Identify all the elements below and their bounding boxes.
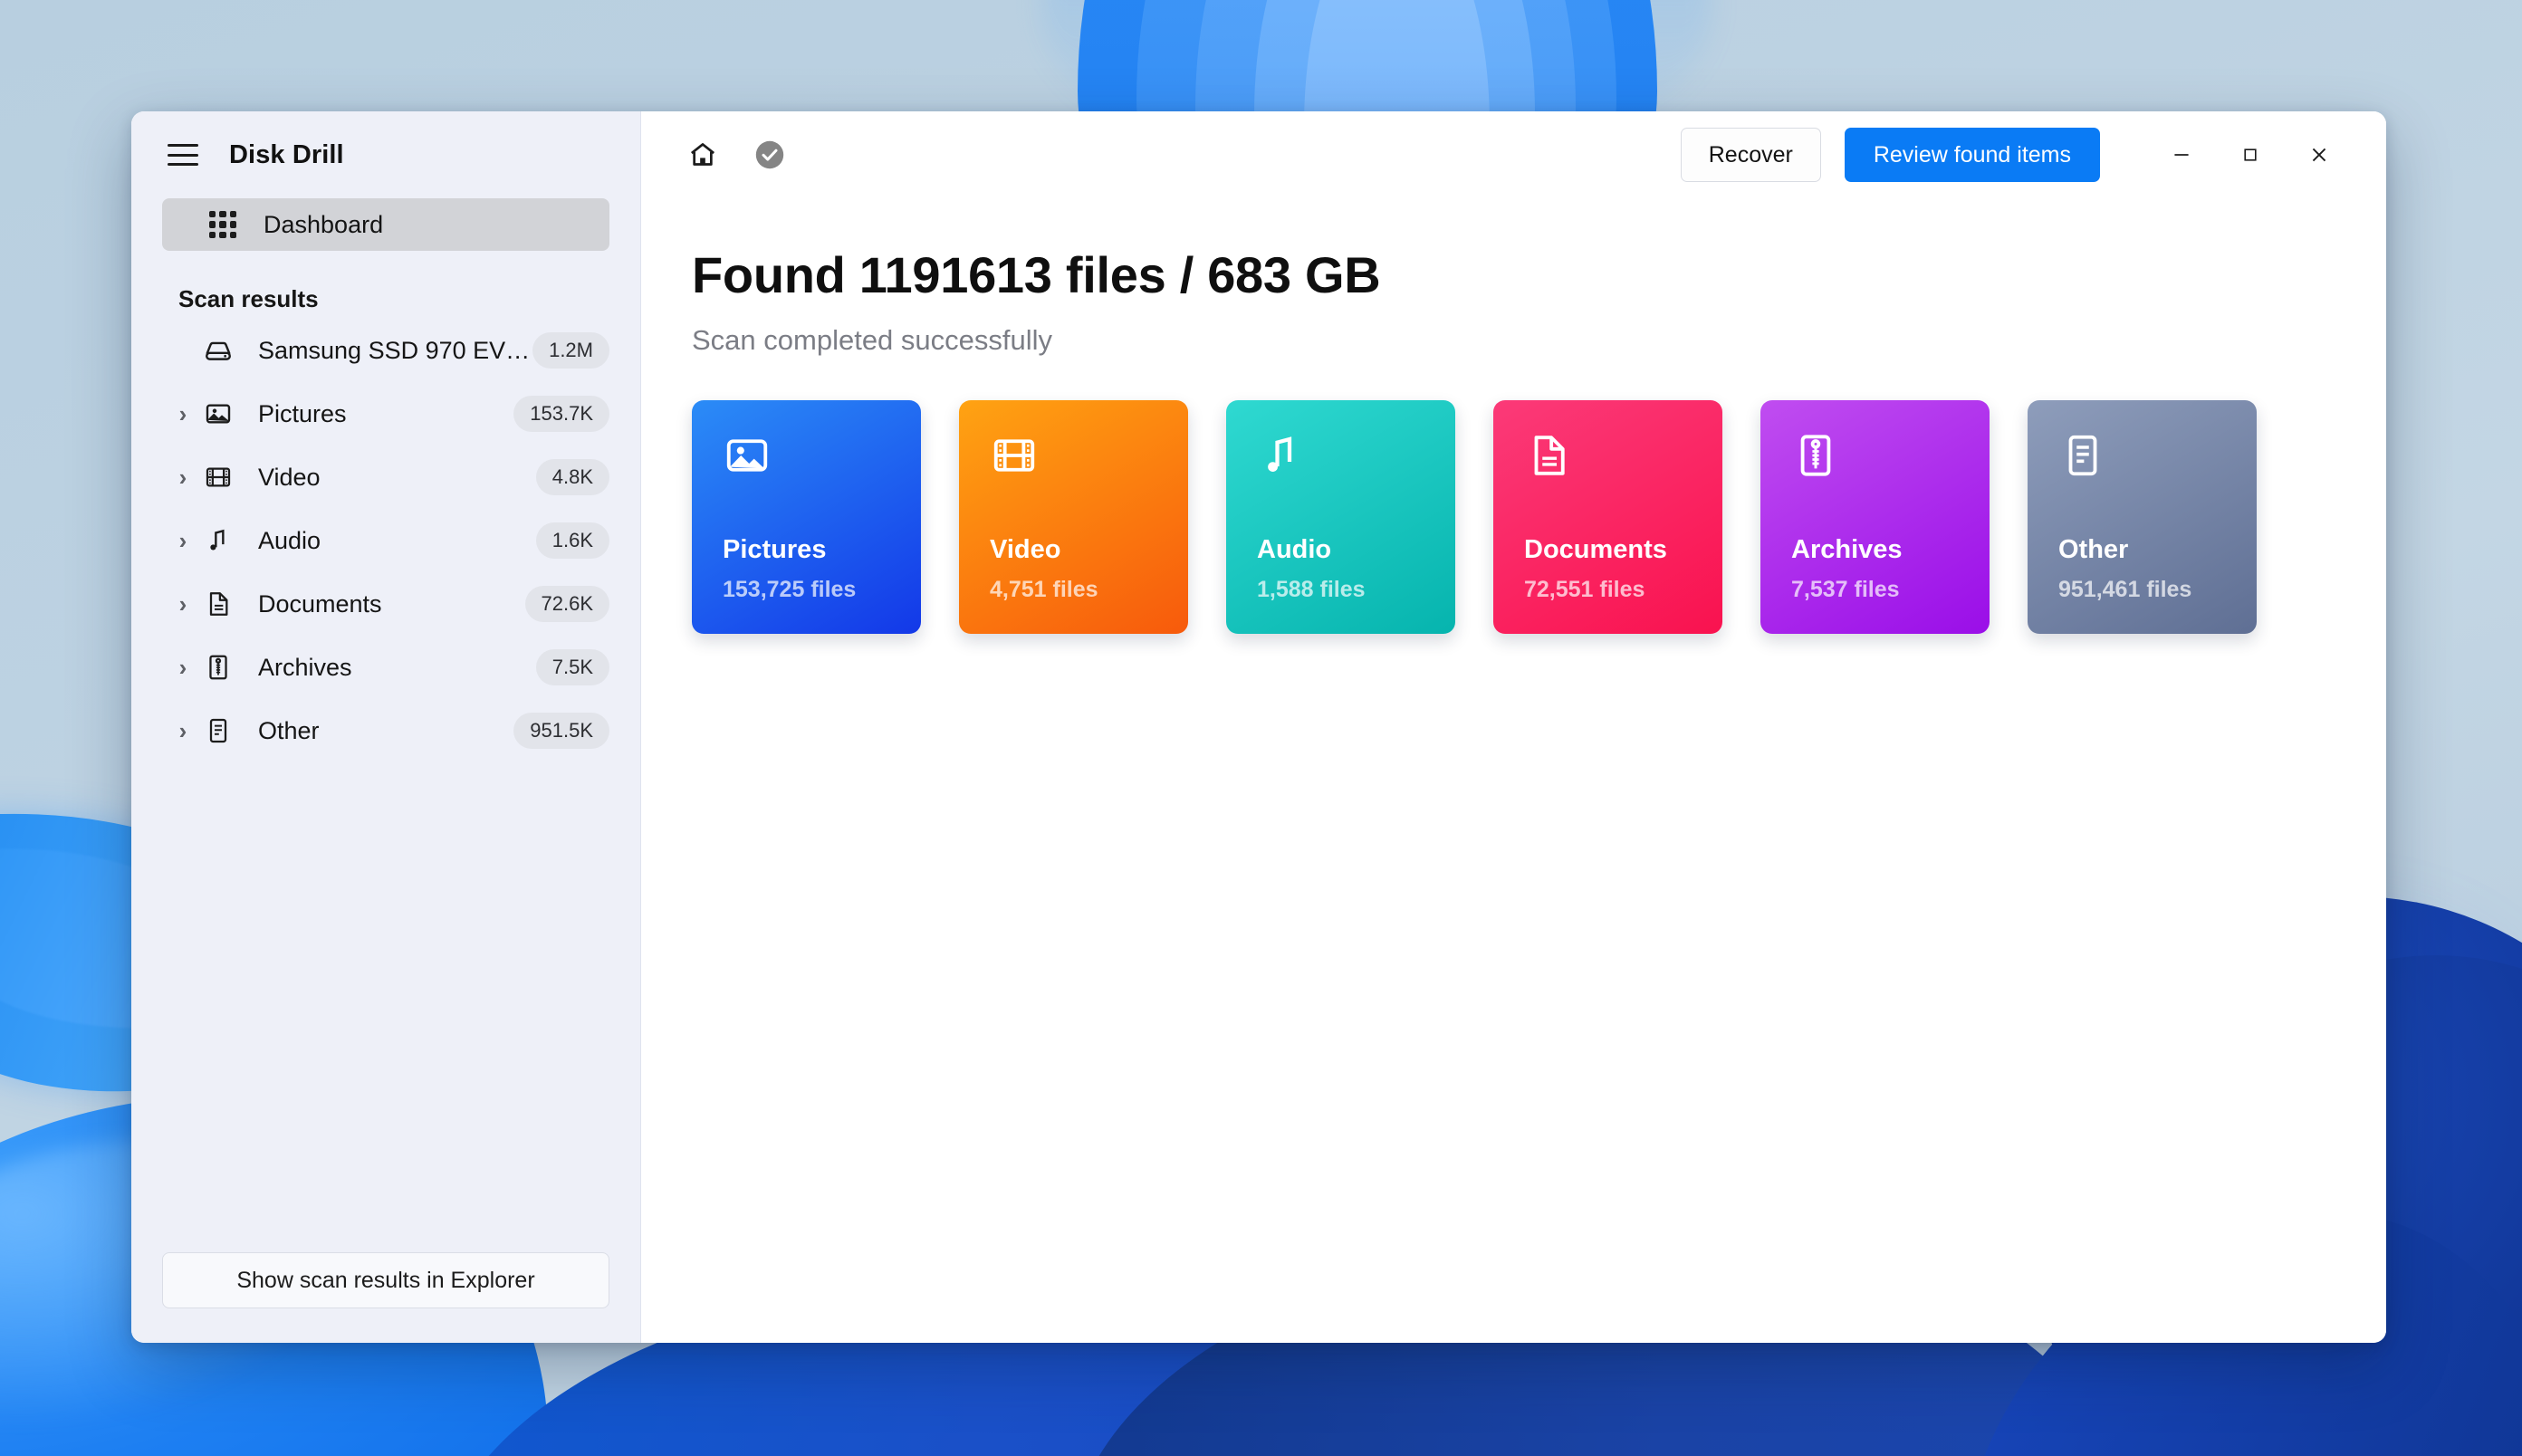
main-content: Recover Review found items Found 1191613… <box>641 111 2386 1343</box>
archive-zip-icon <box>198 653 238 682</box>
chevron-right-icon[interactable]: › <box>168 402 198 426</box>
scan-result-pictures[interactable]: › Pictures 153.7K <box>151 382 620 445</box>
sidebar-header: Disk Drill <box>131 111 640 198</box>
maximize-button[interactable] <box>2216 128 2285 182</box>
scan-result-badge: 7.5K <box>535 649 609 685</box>
file-lines-icon <box>2058 435 2107 484</box>
app-title: Disk Drill <box>229 139 344 169</box>
file-lines-icon <box>198 716 238 745</box>
page-title: Found 1191613 files / 683 GB <box>692 246 1381 303</box>
dashboard-content: Found 1191613 files / 683 GB Scan comple… <box>641 198 2386 634</box>
chevron-right-icon[interactable]: › <box>168 465 198 489</box>
document-icon <box>198 589 238 618</box>
document-icon <box>1524 436 1573 484</box>
scan-result-label: Archives <box>258 653 352 681</box>
recover-button[interactable]: Recover <box>1680 128 1821 182</box>
category-tile-count: 72,551 files <box>1524 577 1645 602</box>
hamburger-icon[interactable] <box>168 144 198 166</box>
film-icon <box>198 463 238 492</box>
scan-result-label: Video <box>258 463 321 491</box>
scan-result-label: Other <box>258 716 320 744</box>
sidebar-section-title: Scan results <box>178 285 319 312</box>
category-tile-other[interactable]: Other 951,461 files <box>2028 400 2257 634</box>
chevron-right-icon[interactable]: › <box>168 592 198 616</box>
check-circle-icon[interactable] <box>748 133 791 177</box>
scan-result-archives[interactable]: › Archives 7.5K <box>151 636 620 699</box>
scan-result-documents[interactable]: › Documents 72.6K <box>151 572 620 636</box>
scan-result-label: Samsung SSD 970 EVO... <box>258 336 533 364</box>
grid-icon <box>209 211 236 238</box>
sidebar-item-label: Dashboard <box>264 210 384 238</box>
category-tile-documents[interactable]: Documents 72,551 files <box>1493 400 1722 634</box>
minimize-button[interactable] <box>2147 128 2216 182</box>
category-tile-name: Archives <box>1791 535 1903 564</box>
category-tile-count: 4,751 files <box>990 577 1098 602</box>
category-tile-name: Audio <box>1257 535 1332 564</box>
sidebar-item-dashboard[interactable]: Dashboard <box>162 198 609 251</box>
hard-drive-icon <box>198 335 238 366</box>
chevron-right-icon[interactable]: › <box>168 529 198 552</box>
category-tile-archives[interactable]: Archives 7,537 files <box>1760 400 1990 634</box>
disk-drill-window: Disk Drill Dashboard Scan results Samsun… <box>131 111 2386 1343</box>
scan-result-badge: 1.6K <box>535 522 609 559</box>
archive-zip-icon <box>1791 435 1840 484</box>
toolbar: Recover Review found items <box>641 111 2386 198</box>
scan-result-audio[interactable]: › Audio 1.6K <box>151 509 620 572</box>
music-note-icon <box>1257 436 1306 484</box>
category-tile-name: Other <box>2058 535 2129 564</box>
film-icon <box>990 439 1039 484</box>
scan-result-drive[interactable]: Samsung SSD 970 EVO... 1.2M <box>151 319 620 382</box>
category-tile-count: 951,461 files <box>2058 577 2192 602</box>
category-tile-count: 7,537 files <box>1791 577 1900 602</box>
scan-result-label: Audio <box>258 526 321 554</box>
chevron-right-icon[interactable]: › <box>168 656 198 679</box>
scan-result-label: Documents <box>258 589 382 618</box>
scan-results-list: Samsung SSD 970 EVO... 1.2M › Pictures 1… <box>131 319 640 762</box>
category-tile-count: 153,725 files <box>723 577 857 602</box>
scan-result-label: Pictures <box>258 399 347 427</box>
review-found-items-button[interactable]: Review found items <box>1844 128 2100 182</box>
scan-result-badge: 1.2M <box>532 332 609 369</box>
sidebar: Disk Drill Dashboard Scan results Samsun… <box>131 111 641 1343</box>
category-tile-name: Video <box>990 535 1061 564</box>
chevron-right-icon[interactable]: › <box>168 719 198 742</box>
scan-status-text: Scan completed successfully <box>692 324 1053 356</box>
scan-result-badge: 951.5K <box>513 713 609 749</box>
scan-result-badge: 72.6K <box>524 586 609 622</box>
scan-result-badge: 153.7K <box>513 396 609 432</box>
show-scan-results-in-explorer-button[interactable]: Show scan results in Explorer <box>162 1252 609 1308</box>
scan-result-badge: 4.8K <box>535 459 609 495</box>
category-tile-video[interactable]: Video 4,751 files <box>959 400 1188 634</box>
category-tile-pictures[interactable]: Pictures 153,725 files <box>692 400 921 634</box>
music-note-icon <box>198 526 238 555</box>
scan-result-video[interactable]: › Video 4.8K <box>151 445 620 509</box>
close-button[interactable] <box>2285 128 2354 182</box>
category-tiles: Pictures 153,725 files Video 4,751 files <box>692 400 2386 634</box>
image-icon <box>198 399 238 428</box>
home-icon[interactable] <box>681 133 724 177</box>
sidebar-nav: Dashboard <box>131 198 640 251</box>
category-tile-name: Documents <box>1524 535 1667 564</box>
category-tile-count: 1,588 files <box>1257 577 1366 602</box>
category-tile-audio[interactable]: Audio 1,588 files <box>1226 400 1455 634</box>
scan-result-other[interactable]: › Other 951.5K <box>151 699 620 762</box>
sidebar-footer: Show scan results in Explorer <box>131 1252 640 1343</box>
window-controls <box>2147 128 2354 182</box>
category-tile-name: Pictures <box>723 535 827 564</box>
image-icon <box>723 439 772 484</box>
